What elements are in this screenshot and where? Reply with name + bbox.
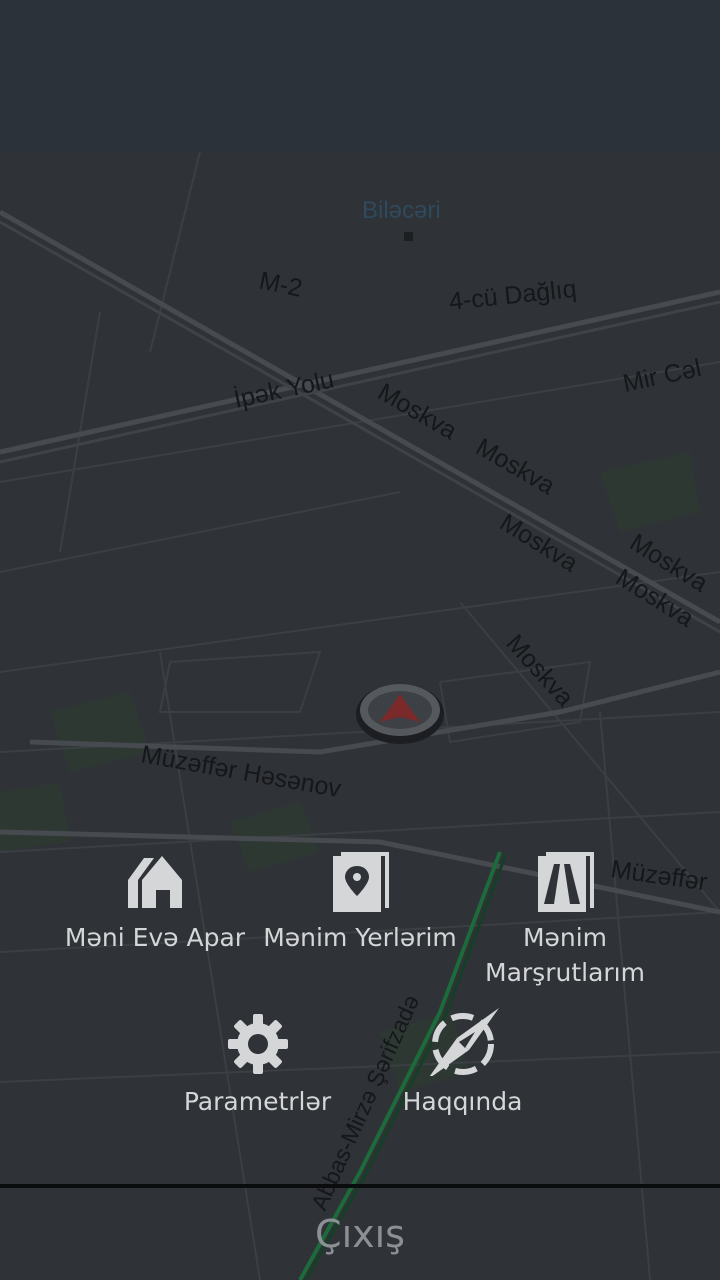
my-routes-label-line1: Mənim (522, 923, 608, 952)
my-routes-label-line2: Marşrutlarım (485, 958, 645, 987)
map-label-m2: M-2 (257, 266, 305, 302)
settings-label: Parametrlər (183, 1087, 332, 1116)
my-places-label: Mənim Yerlərim (263, 923, 457, 952)
home-icon (128, 856, 182, 908)
district-marker (404, 232, 413, 241)
map-label-district: Biləcəri (362, 197, 441, 224)
about-menu-item[interactable]: Haqqında (385, 1006, 540, 1119)
map-view[interactable]: Biləcəri M-2 4-cü Dağlıq Mir Cəl İpək Yo… (0, 152, 720, 1280)
map-pin-icon (333, 852, 389, 912)
map-label-moskva-1: Moskva (373, 378, 462, 445)
map-label-dagliq: 4-cü Dağlıq (448, 275, 578, 316)
top-bar (0, 0, 720, 152)
settings-menu-item[interactable]: Parametrlər (170, 1012, 345, 1119)
map-canvas[interactable]: Biləcəri M-2 4-cü Dağlıq Mir Cəl İpək Yo… (0, 152, 720, 1280)
my-routes-menu-item[interactable]: Mənim Marşrutlarım (480, 850, 650, 990)
home-label: Məni Evə Apar (64, 923, 246, 952)
exit-button[interactable]: Çıxış (0, 1188, 720, 1280)
home-menu-item[interactable]: Məni Evə Apar (55, 850, 255, 955)
current-location-marker (356, 684, 444, 744)
map-label-mircal: Mir Cəl (620, 354, 703, 398)
compass-icon (429, 1008, 499, 1076)
gear-icon (227, 1014, 288, 1074)
route-icon (538, 852, 594, 912)
my-places-menu-item[interactable]: Mənim Yerlərim (255, 850, 465, 955)
about-label: Haqqında (402, 1087, 523, 1116)
map-label-moskva-6: Moskva (501, 629, 580, 712)
